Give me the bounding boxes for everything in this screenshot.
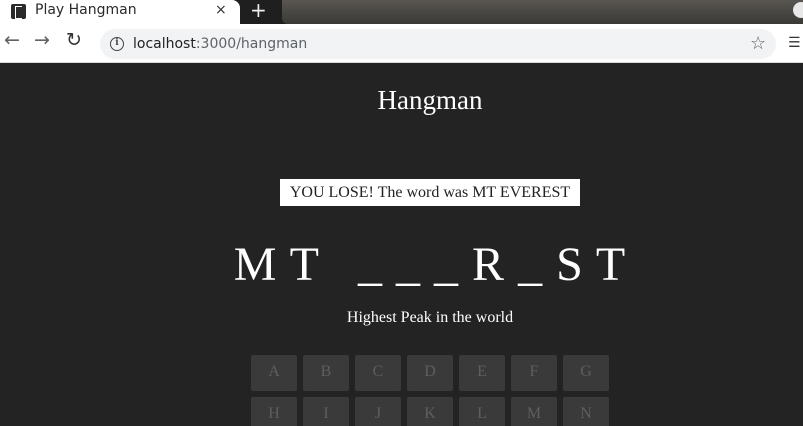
- game-status-banner: YOU LOSE! The word was MT EVEREST: [280, 179, 580, 206]
- letter-key-k[interactable]: K: [407, 397, 453, 426]
- page-content: Hangman YOU LOSE! The word was MT EVERES…: [0, 63, 803, 426]
- info-icon[interactable]: i: [110, 37, 124, 51]
- tab-bar: Play Hangman × +: [0, 0, 803, 24]
- word-display: M T _ _ _ R _ S T: [233, 238, 627, 291]
- hint-text: Highest Peak in the world: [346, 309, 514, 326]
- tab-strip: [282, 0, 803, 24]
- tab-close-icon[interactable]: ×: [215, 1, 227, 19]
- letter-key-j[interactable]: J: [355, 397, 401, 426]
- browser-toolbar: ← → ↻ i localhost:3000/hangman ☆ ☰: [0, 24, 803, 63]
- letter-key-f[interactable]: F: [511, 355, 557, 391]
- window-control-icon[interactable]: [793, 2, 803, 18]
- back-arrow-icon[interactable]: ←: [4, 28, 20, 52]
- url-path: :3000/hangman: [195, 36, 308, 52]
- forward-arrow-icon[interactable]: →: [34, 28, 50, 52]
- url-text[interactable]: localhost:3000/hangman: [133, 29, 307, 59]
- letter-key-c[interactable]: C: [355, 355, 401, 391]
- extension-icon[interactable]: ☰: [788, 34, 801, 52]
- page-title: Hangman: [377, 85, 483, 115]
- letter-key-d[interactable]: D: [407, 355, 453, 391]
- bookmark-star-icon[interactable]: ☆: [750, 30, 766, 58]
- address-bar[interactable]: i localhost:3000/hangman ☆: [100, 29, 776, 59]
- tab-active[interactable]: Play Hangman ×: [0, 0, 240, 24]
- url-host: localhost: [133, 36, 196, 52]
- tab-title: Play Hangman: [35, 2, 137, 18]
- hangman-favicon-icon: [11, 4, 26, 19]
- reload-icon[interactable]: ↻: [66, 28, 82, 52]
- letter-key-l[interactable]: L: [459, 397, 505, 426]
- new-tab-button[interactable]: +: [250, 0, 267, 22]
- letter-key-e[interactable]: E: [459, 355, 505, 391]
- letter-key-n[interactable]: N: [563, 397, 609, 426]
- letter-key-b[interactable]: B: [303, 355, 349, 391]
- letter-key-m[interactable]: M: [511, 397, 557, 426]
- letter-key-a[interactable]: A: [251, 355, 297, 391]
- letter-key-i[interactable]: I: [303, 397, 349, 426]
- letter-key-g[interactable]: G: [563, 355, 609, 391]
- letter-key-h[interactable]: H: [251, 397, 297, 426]
